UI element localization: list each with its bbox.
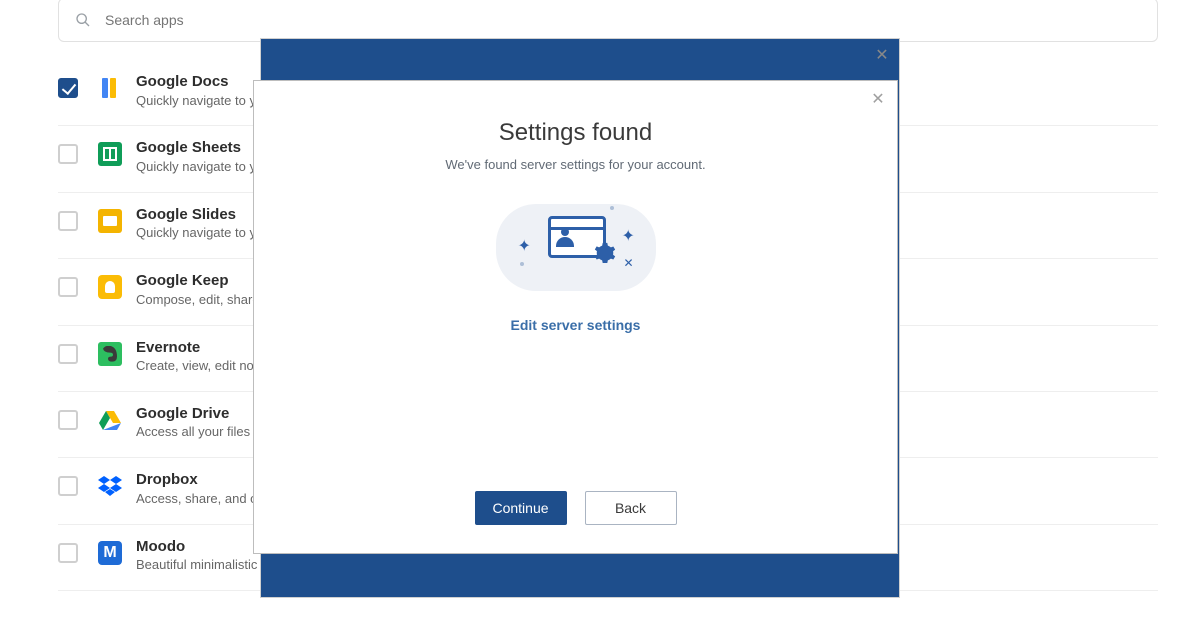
google-sheets-icon: [98, 142, 122, 166]
app-checkbox[interactable]: [58, 476, 78, 496]
google-slides-icon: [98, 209, 122, 233]
google-docs-icon: [98, 76, 122, 100]
app-checkbox[interactable]: [58, 277, 78, 297]
close-icon[interactable]: ✕: [869, 89, 887, 107]
app-checkbox[interactable]: [58, 543, 78, 563]
continue-button[interactable]: Continue: [475, 491, 567, 525]
app-checkbox[interactable]: [58, 78, 78, 98]
dropbox-icon: [98, 474, 122, 498]
moodo-icon: [98, 541, 122, 565]
edit-server-settings-link[interactable]: Edit server settings: [511, 317, 641, 333]
google-keep-icon: [98, 275, 122, 299]
search-input[interactable]: [105, 12, 1141, 28]
app-checkbox[interactable]: [58, 211, 78, 231]
app-description: Create, view, edit notes: [136, 358, 271, 375]
search-bar[interactable]: [58, 0, 1158, 42]
modal-title: Settings found: [499, 119, 652, 147]
app-checkbox[interactable]: [58, 144, 78, 164]
google-drive-icon: [98, 408, 122, 432]
app-checkbox[interactable]: [58, 344, 78, 364]
settings-found-modal: ✕ Settings found We've found server sett…: [253, 80, 898, 554]
settings-illustration: ✦ ✦ ✕: [496, 196, 656, 291]
app-name: Evernote: [136, 338, 271, 358]
back-button[interactable]: Back: [585, 491, 677, 525]
search-icon: [75, 12, 91, 28]
app-checkbox[interactable]: [58, 410, 78, 430]
modal-subtitle: We've found server settings for your acc…: [445, 157, 705, 172]
evernote-icon: [98, 342, 122, 366]
close-icon[interactable]: ✕: [873, 45, 891, 63]
